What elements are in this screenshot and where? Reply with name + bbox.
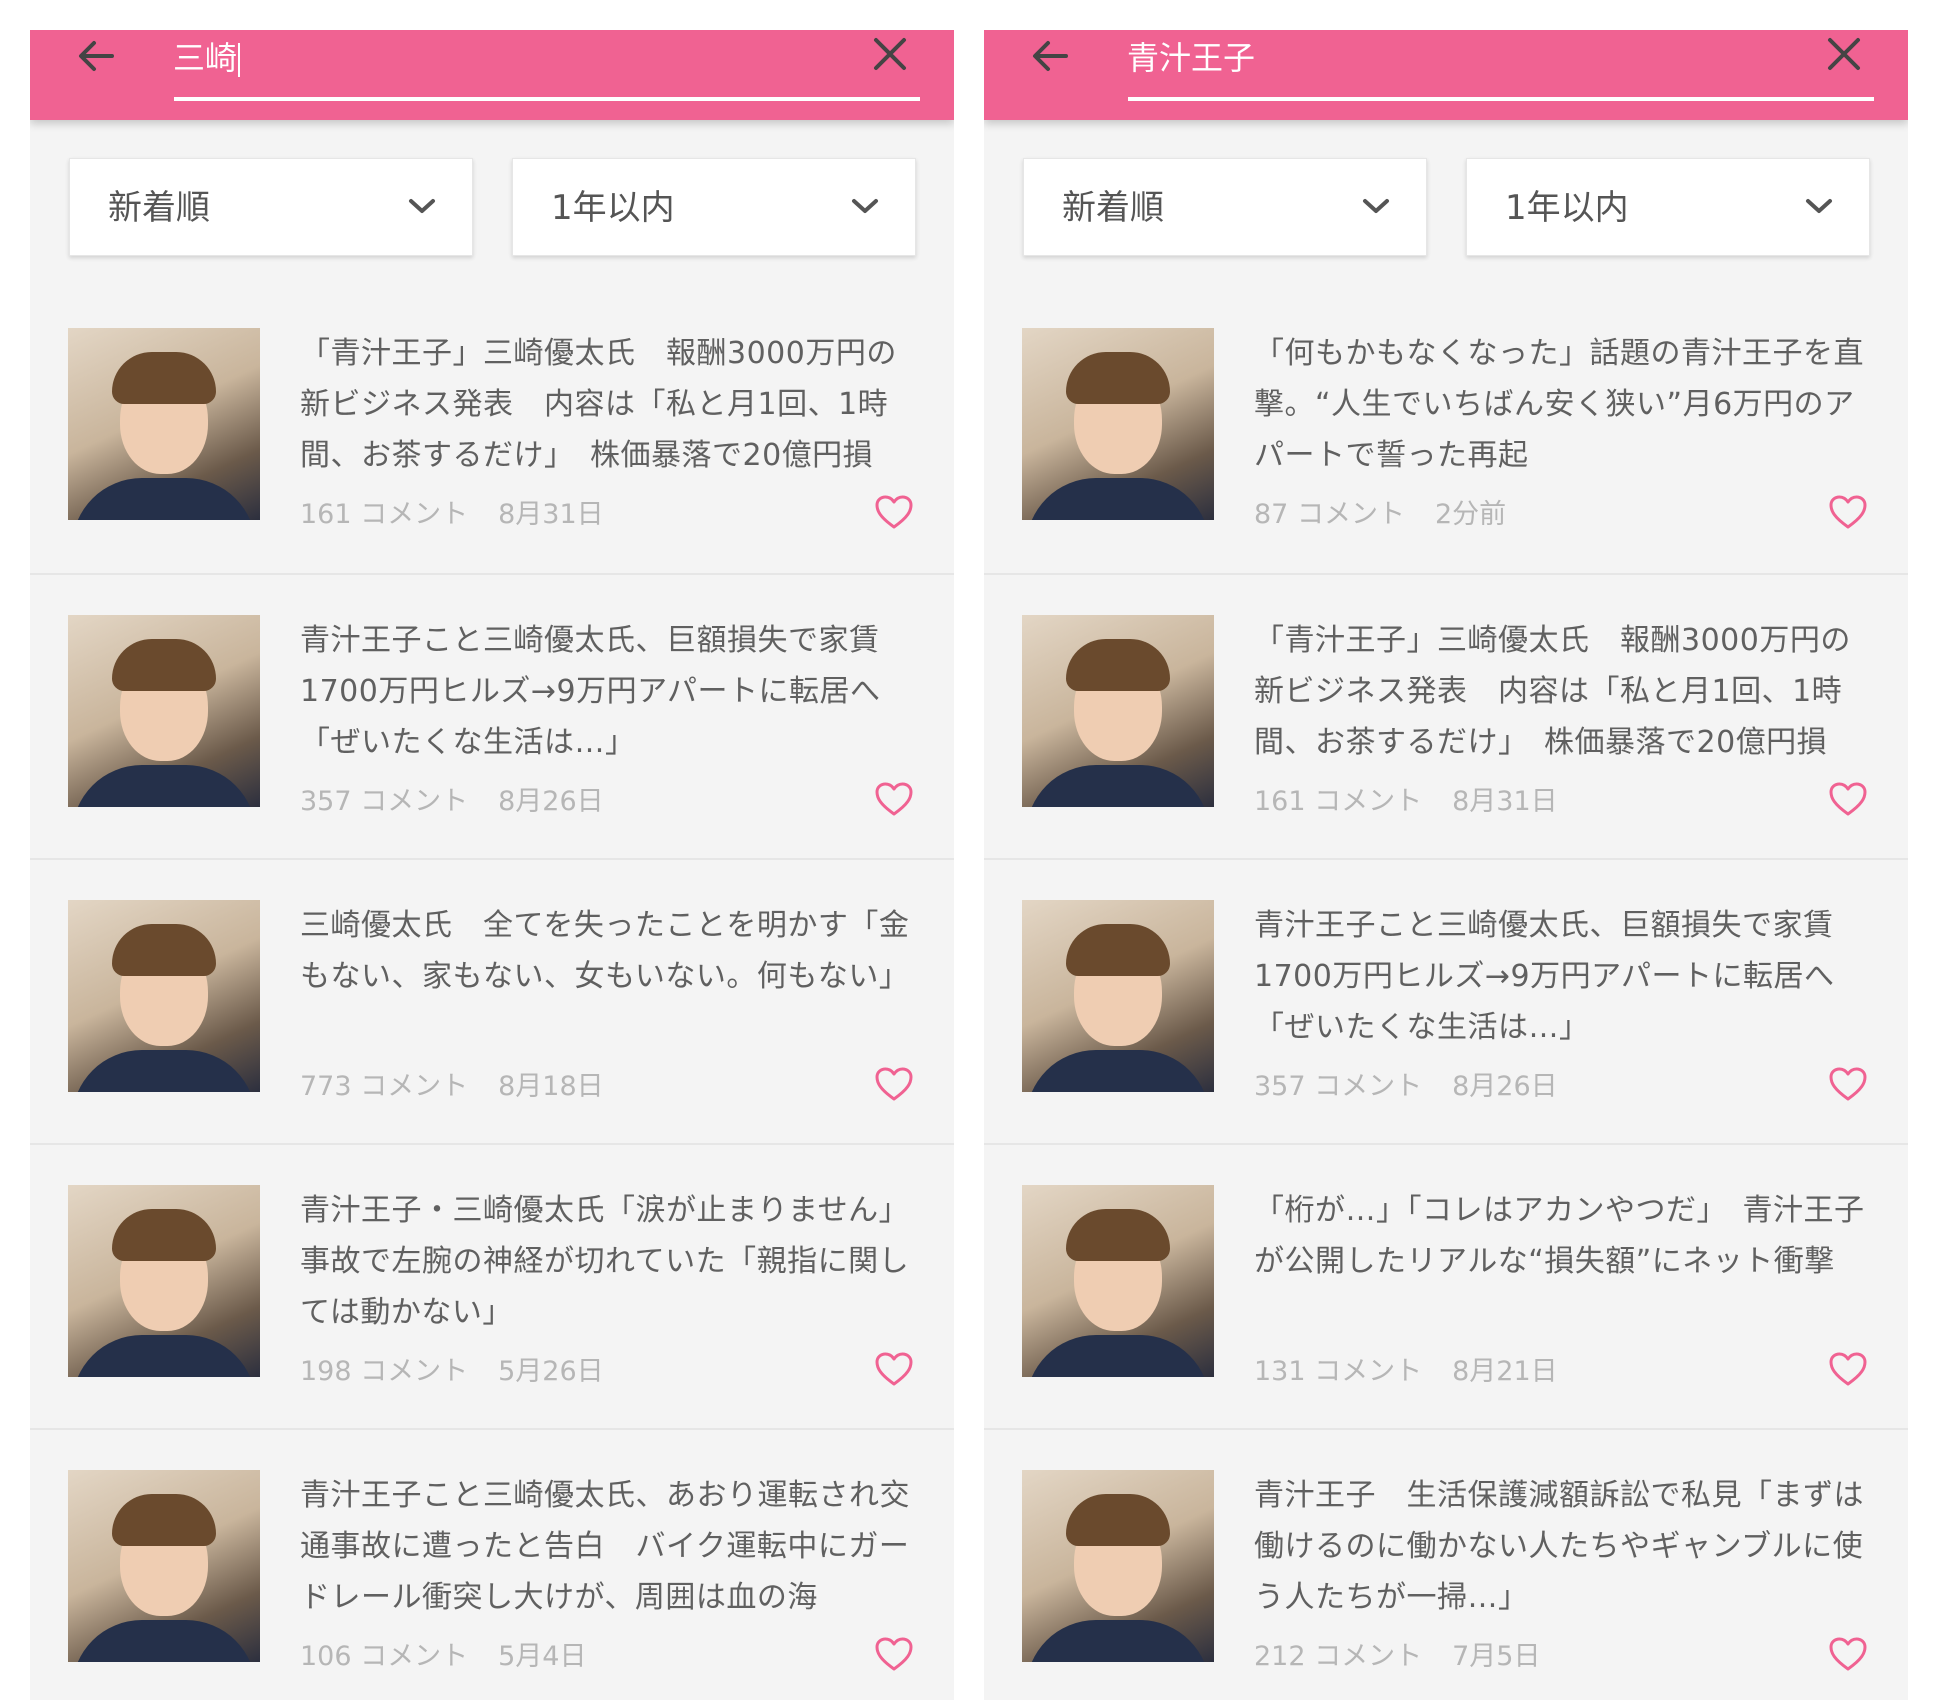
heart-icon[interactable] xyxy=(1828,1066,1868,1102)
back-arrow-icon[interactable] xyxy=(72,32,120,80)
article-thumbnail xyxy=(1022,1185,1214,1377)
search-input[interactable]: 青汁王子 xyxy=(1127,32,1255,84)
article-date: 8月21日 xyxy=(1452,1356,1558,1387)
comment-count: 198 コメント xyxy=(300,1356,469,1387)
heart-icon[interactable] xyxy=(874,1351,914,1387)
article-date: 8月26日 xyxy=(1452,1071,1558,1102)
heart-icon[interactable] xyxy=(1828,1636,1868,1672)
article-thumbnail xyxy=(1022,900,1214,1092)
article-title: 「青汁王子」三崎優太氏 報酬3000万円の新ビジネス発表 内容は「私と月1回、1… xyxy=(1254,623,1851,760)
period-dropdown-label: 1年以内 xyxy=(551,188,675,228)
article-thumbnail xyxy=(68,1185,260,1377)
article-meta: 87 コメント 2分前 xyxy=(1254,492,1506,531)
search-input[interactable]: 三崎 xyxy=(173,32,241,84)
article-title: 青汁王子・三崎優太氏「涙が止まりません」 事故で左腕の神経が切れていた「親指に関… xyxy=(300,1193,910,1330)
article-meta: 773 コメント 8月18日 xyxy=(300,1064,604,1103)
article-item[interactable]: 青汁王子こと三崎優太氏、あおり運転され交通事故に遭ったと告白 バイク運転中にガー… xyxy=(30,1428,954,1700)
article-date: 8月31日 xyxy=(498,499,604,530)
article-thumbnail xyxy=(1022,328,1214,520)
search-input-underline xyxy=(174,97,920,101)
heart-icon[interactable] xyxy=(874,1066,914,1102)
sort-dropdown-label: 新着順 xyxy=(1062,188,1164,228)
article-item[interactable]: 「何もかもなくなった」話題の青汁王子を直撃。“人生でいちばん安く狭い”月6万円の… xyxy=(984,288,1908,573)
heart-icon[interactable] xyxy=(874,781,914,817)
search-input-value: 青汁王子 xyxy=(1127,39,1256,77)
search-input-value: 三崎 xyxy=(173,39,238,77)
search-results-panel-right: 青汁王子 新着順 1年以内 「何もかもなくなった」話題の青汁王子を直撃。“人生で… xyxy=(984,30,1908,1700)
article-item[interactable]: 「青汁王子」三崎優太氏 報酬3000万円の新ビジネス発表 内容は「私と月1回、1… xyxy=(30,288,954,573)
article-title: 青汁王子こと三崎優太氏、巨額損失で家賃1700万円ヒルズ→9万円アパートに転居へ… xyxy=(1254,908,1835,1045)
article-date: 8月31日 xyxy=(1452,786,1558,817)
article-title: 「何もかもなくなった」話題の青汁王子を直撃。“人生でいちばん安く狭い”月6万円の… xyxy=(1254,336,1864,473)
article-title: 青汁王子こと三崎優太氏、巨額損失で家賃1700万円ヒルズ→9万円アパートに転居へ… xyxy=(300,623,881,760)
article-thumbnail xyxy=(1022,615,1214,807)
comment-count: 161 コメント xyxy=(300,499,469,530)
close-icon[interactable] xyxy=(1822,32,1866,76)
article-item[interactable]: 「青汁王子」三崎優太氏 報酬3000万円の新ビジネス発表 内容は「私と月1回、1… xyxy=(984,573,1908,858)
search-input-underline xyxy=(1128,97,1874,101)
article-meta: 357 コメント 8月26日 xyxy=(1254,1064,1558,1103)
close-icon[interactable] xyxy=(868,32,912,76)
article-thumbnail xyxy=(68,1470,260,1662)
comment-count: 773 コメント xyxy=(300,1071,469,1102)
article-item[interactable]: 青汁王子 生活保護減額訴訟で私見「まずは働けるのに働かない人たちやギャンブルに使… xyxy=(984,1428,1908,1700)
article-title: 青汁王子 生活保護減額訴訟で私見「まずは働けるのに働かない人たちやギャンブルに使… xyxy=(1254,1478,1864,1615)
comment-count: 161 コメント xyxy=(1254,786,1423,817)
article-meta: 198 コメント 5月26日 xyxy=(300,1349,604,1388)
article-date: 8月18日 xyxy=(498,1071,604,1102)
comment-count: 106 コメント xyxy=(300,1641,469,1672)
article-title: 「桁が…」「コレはアカンやつだ」 青汁王子が公開したリアルな“損失額”にネット衝… xyxy=(1254,1193,1865,1279)
search-app-bar: 三崎 xyxy=(30,30,954,120)
comment-count: 131 コメント xyxy=(1254,1356,1423,1387)
text-cursor xyxy=(238,43,241,77)
chevron-down-icon xyxy=(409,199,435,213)
sort-dropdown[interactable]: 新着順 xyxy=(69,158,473,256)
article-meta: 161 コメント 8月31日 xyxy=(300,492,604,531)
article-item[interactable]: 青汁王子こと三崎優太氏、巨額損失で家賃1700万円ヒルズ→9万円アパートに転居へ… xyxy=(30,573,954,858)
heart-icon[interactable] xyxy=(874,1636,914,1672)
search-results-panel-left: 三崎 新着順 1年以内 「青汁王子」三崎優太氏 報酬3000万円の新ビジネス発表… xyxy=(30,30,954,1700)
article-thumbnail xyxy=(68,900,260,1092)
heart-icon[interactable] xyxy=(1828,1351,1868,1387)
period-dropdown[interactable]: 1年以内 xyxy=(512,158,916,256)
period-dropdown[interactable]: 1年以内 xyxy=(1466,158,1870,256)
search-app-bar: 青汁王子 xyxy=(984,30,1908,120)
article-meta: 357 コメント 8月26日 xyxy=(300,779,604,818)
article-item[interactable]: 「桁が…」「コレはアカンやつだ」 青汁王子が公開したリアルな“損失額”にネット衝… xyxy=(984,1143,1908,1428)
article-meta: 212 コメント 7月5日 xyxy=(1254,1634,1540,1673)
article-meta: 161 コメント 8月31日 xyxy=(1254,779,1558,818)
comment-count: 357 コメント xyxy=(300,786,469,817)
heart-icon[interactable] xyxy=(1828,781,1868,817)
article-date: 2分前 xyxy=(1434,499,1507,530)
article-title: 三崎優太氏 全てを失ったことを明かす「金もない、家もない、女もいない。何もない」 xyxy=(300,908,910,994)
period-dropdown-label: 1年以内 xyxy=(1505,188,1629,228)
article-title: 「青汁王子」三崎優太氏 報酬3000万円の新ビジネス発表 内容は「私と月1回、1… xyxy=(300,336,897,473)
article-item[interactable]: 青汁王子こと三崎優太氏、巨額損失で家賃1700万円ヒルズ→9万円アパートに転居へ… xyxy=(984,858,1908,1143)
heart-icon[interactable] xyxy=(1828,494,1868,530)
chevron-down-icon xyxy=(852,199,878,213)
comment-count: 212 コメント xyxy=(1254,1641,1423,1672)
comment-count: 87 コメント xyxy=(1254,499,1405,530)
article-date: 7月5日 xyxy=(1452,1641,1541,1672)
article-thumbnail xyxy=(68,328,260,520)
heart-icon[interactable] xyxy=(874,494,914,530)
chevron-down-icon xyxy=(1363,199,1389,213)
article-date: 5月26日 xyxy=(498,1356,604,1387)
article-item[interactable]: 三崎優太氏 全てを失ったことを明かす「金もない、家もない、女もいない。何もない」… xyxy=(30,858,954,1143)
sort-dropdown[interactable]: 新着順 xyxy=(1023,158,1427,256)
chevron-down-icon xyxy=(1806,199,1832,213)
article-title: 青汁王子こと三崎優太氏、あおり運転され交通事故に遭ったと告白 バイク運転中にガー… xyxy=(300,1478,910,1615)
article-item[interactable]: 青汁王子・三崎優太氏「涙が止まりません」 事故で左腕の神経が切れていた「親指に関… xyxy=(30,1143,954,1428)
sort-dropdown-label: 新着順 xyxy=(108,188,210,228)
article-thumbnail xyxy=(1022,1470,1214,1662)
article-meta: 131 コメント 8月21日 xyxy=(1254,1349,1558,1388)
article-date: 5月4日 xyxy=(498,1641,587,1672)
article-date: 8月26日 xyxy=(498,786,604,817)
article-thumbnail xyxy=(68,615,260,807)
back-arrow-icon[interactable] xyxy=(1026,32,1074,80)
article-meta: 106 コメント 5月4日 xyxy=(300,1634,586,1673)
comment-count: 357 コメント xyxy=(1254,1071,1423,1102)
